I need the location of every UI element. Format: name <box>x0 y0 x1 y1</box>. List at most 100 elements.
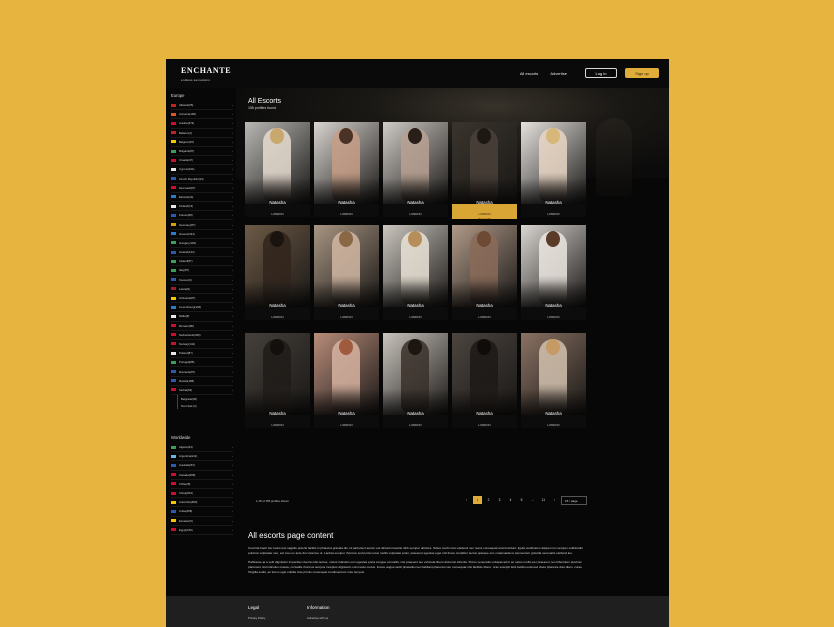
sidebar-item-country[interactable]: Chile(28) › <box>171 480 233 489</box>
sidebar-item-country[interactable]: Iceland(144) › <box>171 248 233 258</box>
footer: Legal Privacy Policy Information Adverti… <box>166 596 669 627</box>
sidebar-item-country[interactable]: Bulgaria(87) › <box>171 147 233 157</box>
sidebar-item-country[interactable]: Estonia(44) › <box>171 193 233 203</box>
pagination-page[interactable]: 11 <box>539 496 548 504</box>
profile-card[interactable]: Natasha LONDON <box>245 333 310 428</box>
sidebar-item-country[interactable]: Egypt(166) › <box>171 526 233 535</box>
privacy-policy-link[interactable]: Privacy Policy <box>248 616 265 620</box>
chevron-right-icon: › <box>232 527 233 532</box>
sidebar-item-country[interactable]: Cuba(498) › <box>171 507 233 517</box>
country-label: Latvia(9) <box>179 286 190 291</box>
sidebar-item-country[interactable]: Portugal(88) › <box>171 358 233 368</box>
pagination-page[interactable]: 1 <box>473 496 482 504</box>
per-page-select[interactable]: 15 / page <box>561 496 587 505</box>
sidebar-item-country[interactable]: Croatia(47) › <box>171 156 233 166</box>
profile-card[interactable]: Natasha LONDON <box>383 122 448 217</box>
sidebar-item-city[interactable]: Belgrade(60) <box>181 395 233 402</box>
country-label: Germany(87) <box>179 222 196 227</box>
pagination: ‹ 1 2 3 4 5... 11 › <box>462 496 561 504</box>
sidebar-item-country[interactable]: Cyprus(194) › <box>171 165 233 175</box>
pagination-page[interactable]: 2 <box>484 496 493 504</box>
profile-card[interactable]: Natasha LONDON <box>314 225 379 320</box>
sidebar-item-country[interactable]: Greece(194) › <box>171 230 233 239</box>
profile-name: Natasha <box>269 200 286 205</box>
sidebar-item-country[interactable]: Canada(298) › <box>171 471 233 480</box>
profile-card[interactable]: Natasha LONDON <box>383 333 448 428</box>
profile-photo <box>452 225 517 307</box>
flag-icon <box>171 232 176 236</box>
pagination-next-button[interactable]: › <box>550 496 559 504</box>
pagination-prev-button[interactable]: ‹ <box>462 496 471 504</box>
nav-link-all-escorts[interactable]: All escorts <box>520 71 538 76</box>
sidebar-item-country[interactable]: Denmark(87) › <box>171 184 233 193</box>
sidebar-item-country[interactable]: China(833) › <box>171 489 233 499</box>
sidebar-item-country[interactable]: Poland(87) › <box>171 349 233 359</box>
advertise-link[interactable]: Advertise with us <box>307 616 330 620</box>
sidebar-item-country[interactable]: Luxembourg(194) › <box>171 303 233 313</box>
profile-photo <box>314 333 379 415</box>
pagination-page[interactable]: 5 <box>517 496 526 504</box>
sidebar-item-country[interactable]: Ireland(87) › <box>171 257 233 267</box>
sidebar-item-country[interactable]: Australia(67) › <box>171 461 233 471</box>
sidebar-item-country[interactable]: Hungary(194) › <box>171 239 233 248</box>
person-hair <box>408 339 422 355</box>
sidebar-item-country[interactable]: Czech Republic(34) › <box>171 175 233 184</box>
nav-link-advertise[interactable]: Advertise <box>550 71 567 76</box>
profile-card[interactable]: Natasha LONDON <box>245 225 310 320</box>
profile-card[interactable]: Natasha LONDON <box>452 333 517 428</box>
chevron-right-icon: › <box>232 103 233 108</box>
sidebar-item-country[interactable]: Albania(65) › <box>171 101 233 111</box>
country-label: Belgium(87) <box>179 139 195 144</box>
profile-card[interactable]: Natasha LONDON <box>314 122 379 217</box>
sidebar-item-country[interactable]: France(68) › <box>171 211 233 221</box>
chevron-right-icon: › <box>232 509 233 514</box>
pagination-page[interactable]: ... <box>528 496 537 504</box>
sidebar-item-country[interactable]: Lithuania(87) › <box>171 294 233 304</box>
sidebar-item-country[interactable]: Germany(87) › <box>171 220 233 230</box>
sidebar-item-country[interactable]: Belgium(87) › <box>171 138 233 147</box>
profile-card[interactable]: Natasha LONDON <box>383 225 448 320</box>
sidebar-item-country[interactable]: Russia(188) › <box>171 377 233 386</box>
sidebar-item-country[interactable]: Serbia(63) › <box>171 386 233 395</box>
sidebar-item-country[interactable]: Malta(8) › <box>171 312 233 322</box>
person-hair <box>339 339 353 355</box>
login-button[interactable]: Log in <box>585 68 617 78</box>
pagination-page[interactable]: 4 <box>506 496 515 504</box>
sidebar-item-country[interactable]: Austria(374) › <box>171 119 233 129</box>
sidebar-item-country[interactable]: Latvia(9) › <box>171 285 233 294</box>
flag-icon <box>171 186 176 190</box>
city-label: Novi Sad (3) <box>181 403 197 408</box>
sidebar-item-country[interactable]: Ecuador(5) › <box>171 517 233 526</box>
profile-card[interactable]: Natasha LONDON <box>452 225 517 320</box>
sidebar-item-country[interactable]: Belarus(4) › <box>171 129 233 138</box>
country-label: Albania(65) <box>179 103 194 108</box>
profile-card[interactable]: Natasha LONDON <box>521 333 586 428</box>
view-profile-link[interactable]: View profile <box>452 218 517 221</box>
sidebar-item-country[interactable]: Colombia(380) › <box>171 498 233 508</box>
profile-card[interactable]: Natasha LONDON <box>521 225 586 320</box>
brand-logo[interactable]: ENCHANTE endless sensations <box>181 66 231 82</box>
sidebar-item-country[interactable]: Italy(87) › <box>171 266 233 276</box>
flag-icon <box>171 287 176 291</box>
profile-card[interactable]: Natasha LONDON <box>521 122 586 217</box>
profile-card[interactable]: Natasha LONDON <box>245 122 310 217</box>
sidebar-item-city[interactable]: Novi Sad (3) <box>181 402 233 409</box>
sidebar-item-country[interactable]: Norway(144) › <box>171 340 233 350</box>
country-label: Croatia(47) <box>179 158 193 163</box>
profile-card[interactable]: Natasha LONDON <box>314 333 379 428</box>
pagination-page[interactable]: 3 <box>495 496 504 504</box>
sidebar-item-country[interactable]: Romania(87) › <box>171 367 233 377</box>
profile-card[interactable]: Natasha LONDON View profile <box>452 122 517 221</box>
country-label: Estonia(44) <box>179 194 194 199</box>
signup-button[interactable]: Sign up <box>625 68 659 78</box>
sidebar-item-country[interactable]: Finland(13) › <box>171 202 233 212</box>
flag-icon <box>171 509 176 513</box>
sidebar-item-country[interactable]: Monaco(86) › <box>171 322 233 331</box>
chevron-right-icon: › <box>232 378 233 383</box>
person-hair <box>408 231 422 247</box>
sidebar-item-country[interactable]: Algeria(23) › <box>171 443 233 453</box>
sidebar-item-country[interactable]: Armenia(196) › <box>171 110 233 120</box>
sidebar-item-country[interactable]: Kosovo(6) › <box>171 276 233 285</box>
sidebar-item-country[interactable]: Argentina(211) › <box>171 452 233 462</box>
sidebar-item-country[interactable]: Netherlands(456) › <box>171 331 233 340</box>
